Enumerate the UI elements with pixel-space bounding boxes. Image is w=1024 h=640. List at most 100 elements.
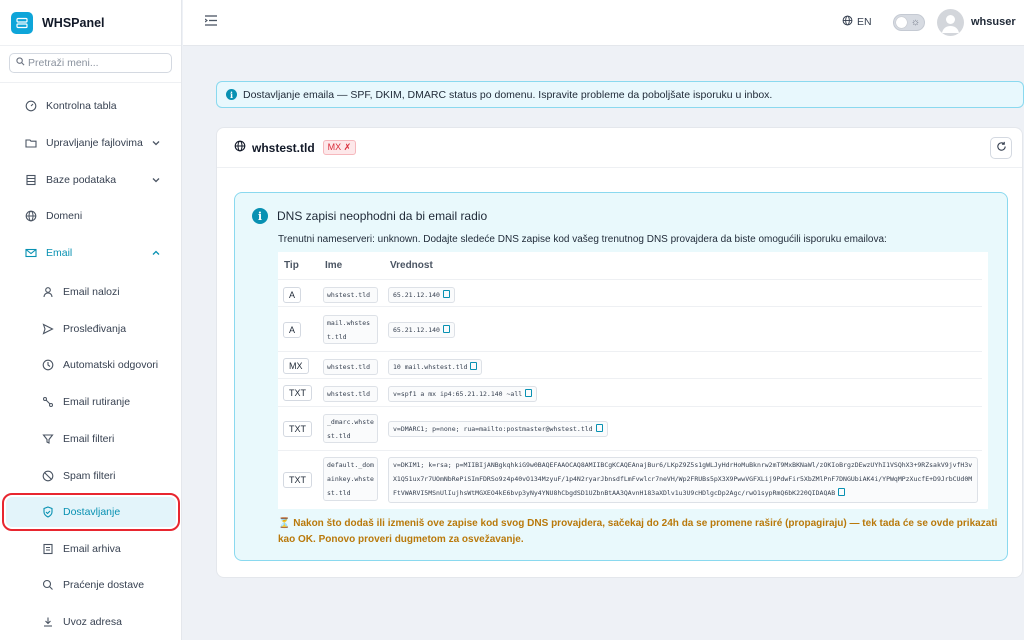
topbar: EN ☼ whsuser [183,0,1024,46]
user-icon [41,285,55,299]
menu-search[interactable] [9,53,172,73]
sidebar-item-spam-filters[interactable]: Spam filteri [0,461,182,491]
ban-icon [41,469,55,483]
sidebar-item-label: Email arhiva [63,543,121,555]
chevron-down-icon [152,175,160,185]
record-type: A [283,322,302,338]
refresh-button[interactable] [990,137,1012,159]
globe-icon [24,209,38,223]
record-value: v=DKIM1; k=rsa; p=MIIBIjANBgkqhkiG9w0BAQ… [388,457,978,503]
record-value-text: 10 mail.whstest.tld [393,363,468,371]
copy-icon[interactable] [595,424,603,432]
username[interactable]: whsuser [971,16,1016,28]
sidebar-item-files[interactable]: Upravljanje fajlovima [0,128,182,158]
record-type: TXT [283,472,312,488]
sidebar-item-email-routing[interactable]: Email rutiranje [0,387,182,417]
search-input[interactable] [28,57,168,69]
language-label: EN [857,16,872,28]
sidebar-item-domains[interactable]: Domeni [0,201,182,231]
brand[interactable]: WHSPanel [0,0,181,46]
avatar[interactable] [937,9,964,36]
dns-description: Trenutni nameserveri: unknown. Dodajte s… [278,234,887,245]
sidebar-item-label: Upravljanje fajlovima [46,137,143,149]
mail-icon [24,246,38,260]
info-banner-text: Dostavljanje emaila — SPF, DKIM, DMARC s… [243,88,773,101]
sidebar-item-email-accounts[interactable]: Email nalozi [0,277,182,307]
sidebar-item-autoresponders[interactable]: Automatski odgovori [0,350,182,380]
sidebar-item-import-addresses[interactable]: Uvoz adresa [0,607,182,637]
dns-panel-heading: i DNS zapisi neophodni da bi email radio [252,208,487,224]
sidebar-item-deliverability[interactable]: Dostavljanje [2,493,180,531]
record-type: MX [283,358,309,374]
record-name: mail.whstest.tld [323,315,378,344]
copy-icon[interactable] [442,325,450,333]
record-value: 10 mail.whstest.tld [388,359,483,375]
info-icon: i [226,89,237,100]
sidebar-item-email[interactable]: Email [0,238,182,268]
sidebar-item-label: Praćenje dostave [63,579,145,591]
table-row: MX whstest.tld 10 mail.whstest.tld [278,351,982,378]
sidebar-item-label: Email [46,247,73,259]
domain-title: whstest.tld [252,140,315,155]
sidebar-item-email-filters[interactable]: Email filteri [0,424,182,454]
copy-icon[interactable] [470,362,478,370]
send-icon [41,322,55,336]
record-name: whstest.tld [323,359,378,375]
sidebar-item-label: Email rutiranje [63,396,131,408]
theme-toggle[interactable]: ☼ [893,14,925,31]
sidebar-item-label: Baze podataka [46,174,117,186]
filter-icon [41,432,55,446]
sidebar-item-label: Automatski odgovori [63,359,159,371]
record-type: TXT [283,385,312,401]
globe-icon [842,15,853,29]
menu-toggle-icon[interactable] [204,15,217,29]
copy-icon[interactable] [442,290,450,298]
record-name: _dmarc.whstest.tld [323,414,378,443]
sidebar-item-label: Spam filteri [63,470,116,482]
server-logo-icon [11,11,33,34]
gauge-icon [24,99,38,113]
archive-icon [41,542,55,556]
sidebar-item-label: Kontrolna tabla [46,100,117,112]
search-icon [16,57,25,69]
mx-status-badge: MX ✗ [322,140,357,155]
domain-card: whstest.tld MX ✗ i DNS zapisi neophodni … [216,127,1023,578]
info-banner: i Dostavljanje emaila — SPF, DKIM, DMARC… [216,81,1024,108]
record-value-text: 65.21.12.140 [393,326,440,334]
info-icon: i [252,208,268,224]
sidebar-item-label: Email filteri [63,433,115,445]
shield-check-icon [41,505,55,519]
copy-icon[interactable] [838,488,846,496]
column-header-value: Vrednost [390,260,433,271]
sidebar-item-label: Domeni [46,210,83,222]
copy-icon[interactable] [525,389,533,397]
sidebar-divider [0,82,181,83]
sidebar-item-forwarders[interactable]: Prosleđivanja [0,314,182,344]
folder-icon [24,136,38,150]
table-row: TXT _dmarc.whstest.tld v=DMARC1; p=none;… [278,406,982,450]
search-icon [41,578,55,592]
table-row: TXT default._domainkey.whstest.tld v=DKI… [278,450,982,509]
record-type: TXT [283,421,312,437]
record-name: whstest.tld [323,287,378,303]
sidebar-item-databases[interactable]: Baze podataka [0,165,182,195]
sidebar-item-label: Uvoz adresa [63,616,122,628]
sidebar-item-delivery-tracking[interactable]: Praćenje dostave [0,570,182,600]
sidebar-item-dashboard[interactable]: Kontrolna tabla [0,91,182,121]
column-header-type: Tip [284,260,299,271]
refresh-icon [996,141,1007,155]
clock-icon [41,358,55,372]
sidebar-item-email-archive[interactable]: Email arhiva [0,534,182,564]
app-name: WHSPanel [42,15,105,30]
dns-title: DNS zapisi neophodni da bi email radio [277,209,488,223]
database-icon [24,173,38,187]
table-row: A whstest.tld 65.21.12.140 [278,279,982,306]
column-header-name: Ime [325,260,343,271]
language-switcher[interactable]: EN [842,15,872,29]
globe-icon [234,140,246,155]
table-row: TXT whstest.tld v=spf1 a mx ip4:65.21.12… [278,378,982,406]
dns-records-table: Tip Ime Vrednost A whstest.tld 65.21.12.… [278,252,988,509]
record-value: 65.21.12.140 [388,287,455,303]
chevron-down-icon [152,138,160,148]
propagation-warning: ⏳ Nakon što dodaš ili izmeniš ove zapise… [278,518,998,545]
